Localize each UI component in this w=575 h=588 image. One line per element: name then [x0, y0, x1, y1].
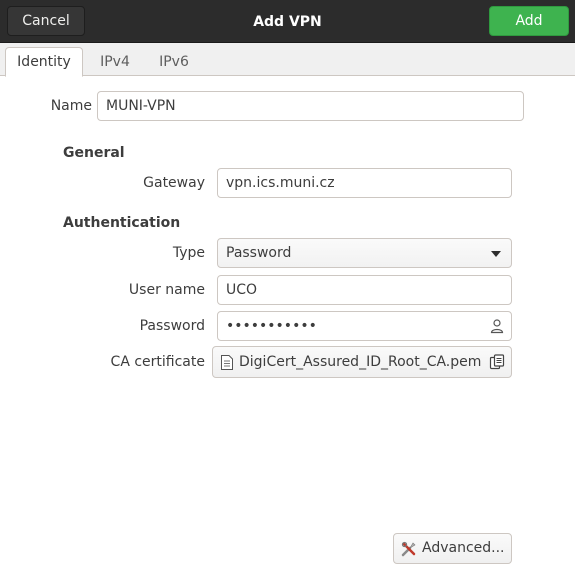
type-label: Type	[172, 245, 205, 261]
tools-icon	[401, 541, 416, 557]
ca-certificate-chooser[interactable]: DigiCert_Assured_ID_Root_CA.pem	[212, 346, 512, 378]
type-dropdown[interactable]: Password	[217, 238, 512, 268]
tab-ipv6[interactable]: IPv6	[150, 47, 198, 77]
chevron-down-icon	[491, 251, 501, 257]
general-heading: General	[63, 145, 125, 161]
cancel-button[interactable]: Cancel	[7, 6, 85, 36]
password-label: Password	[139, 318, 205, 334]
tab-strip: Identity IPv4 IPv6	[0, 43, 575, 77]
advanced-label: Advanced...	[422, 540, 505, 556]
ca-certificate-label: CA certificate	[110, 354, 205, 370]
gateway-label: Gateway	[143, 175, 205, 191]
ca-certificate-filename: DigiCert_Assured_ID_Root_CA.pem	[239, 354, 482, 370]
advanced-button[interactable]: Advanced...	[393, 533, 512, 564]
copy-icon	[489, 354, 505, 370]
tab-ipv4[interactable]: IPv4	[91, 47, 139, 77]
header-bar: Cancel Add VPN Add	[0, 0, 575, 43]
document-icon	[221, 355, 233, 370]
password-field[interactable]: •••••••••••	[217, 311, 512, 341]
gateway-field[interactable]	[217, 168, 512, 198]
name-label: Name	[50, 98, 92, 114]
username-label: User name	[128, 282, 205, 298]
add-button[interactable]: Add	[489, 6, 569, 36]
tab-identity[interactable]: Identity	[5, 47, 83, 77]
password-value: •••••••••••	[226, 318, 317, 334]
type-dropdown-value: Password	[226, 245, 292, 261]
username-field[interactable]	[217, 275, 512, 305]
user-icon[interactable]	[489, 318, 505, 334]
name-field[interactable]	[97, 91, 524, 121]
authentication-heading: Authentication	[63, 215, 181, 231]
